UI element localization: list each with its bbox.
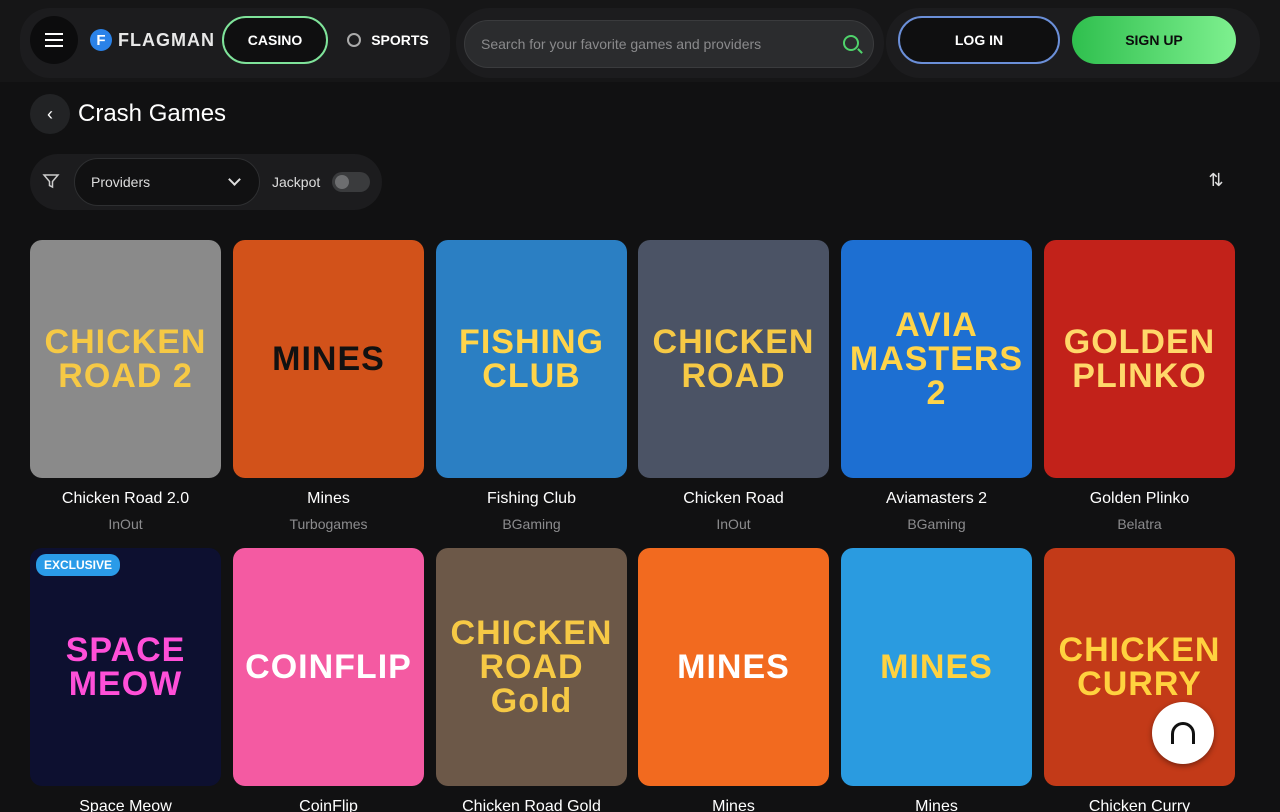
filter-icon[interactable] [42, 172, 60, 190]
providers-dropdown[interactable]: Providers [74, 158, 260, 206]
logo[interactable]: F FLAGMAN [90, 28, 215, 52]
game-name[interactable]: Fishing Club [436, 490, 627, 508]
game-art-title: MINES [880, 648, 993, 686]
back-button[interactable]: ‹ [30, 94, 70, 134]
game-thumbnail[interactable]: CHICKEN ROAD [638, 240, 829, 478]
game-provider: Belatra [1117, 516, 1162, 532]
game-provider: InOut [716, 516, 751, 532]
game-thumbnail[interactable]: MINES [841, 548, 1032, 786]
game-tile[interactable]: FISHING CLUB Fishing Club BGaming [436, 240, 627, 532]
game-thumbnail[interactable]: MINES [638, 548, 829, 786]
game-tile[interactable]: CHICKEN ROAD 2 Chicken Road 2.0 InOut [30, 240, 221, 532]
tab-casino[interactable]: CASINO [222, 16, 328, 64]
search-box [464, 20, 874, 68]
game-art-title: FISHING CLUB [459, 323, 604, 395]
game-name[interactable]: Golden Plinko [1044, 490, 1235, 508]
game-tile[interactable]: SPACE MEOW EXCLUSIVE Space Meow [30, 548, 221, 812]
game-tile[interactable]: MINES Mines [638, 548, 829, 812]
jackpot-toggle[interactable] [332, 172, 370, 192]
menu-button[interactable] [30, 16, 78, 64]
jackpot-label: Jackpot [272, 174, 321, 190]
game-provider: InOut [108, 516, 143, 532]
ball-icon [347, 33, 362, 47]
game-thumbnail[interactable]: CHICKEN ROAD Gold [436, 548, 627, 786]
game-thumbnail[interactable]: MINES [233, 240, 424, 478]
game-name[interactable]: Chicken Road Gold [436, 798, 627, 812]
game-art-title: MINES [677, 648, 790, 686]
game-name[interactable]: Aviamasters 2 [841, 490, 1032, 508]
logo-text: FLAGMAN [118, 29, 215, 50]
game-thumbnail[interactable]: CHICKEN ROAD 2 [30, 240, 221, 478]
game-name[interactable]: CoinFlip [233, 798, 424, 812]
game-art-title: CHICKEN ROAD Gold [450, 614, 613, 720]
support-button[interactable] [1152, 702, 1214, 764]
game-name[interactable]: Chicken Curry [1044, 798, 1235, 812]
page-title: Crash Games [78, 100, 227, 127]
game-art-title: CHICKEN CURRY [1058, 631, 1221, 703]
game-thumbnail[interactable]: SPACE MEOW EXCLUSIVE [30, 548, 221, 786]
game-thumbnail[interactable]: GOLDEN PLINKO [1044, 240, 1235, 478]
game-name[interactable]: Mines [638, 798, 829, 812]
flag-logo-icon: F [90, 29, 112, 51]
game-name[interactable]: Chicken Road [638, 490, 829, 508]
headset-icon [1171, 722, 1195, 744]
game-tile[interactable]: MINES Mines [841, 548, 1032, 812]
tab-sports[interactable]: SPORTS [336, 16, 440, 64]
game-art-title: SPACE MEOW [65, 631, 186, 703]
game-provider: Turbogames [289, 516, 368, 532]
game-tile[interactable]: GOLDEN PLINKO Golden Plinko Belatra [1044, 240, 1235, 532]
exclusive-badge: EXCLUSIVE [36, 554, 121, 576]
chevron-left-icon: ‹ [47, 103, 53, 124]
tab-sports-label: SPORTS [371, 32, 429, 48]
game-provider: BGaming [502, 516, 561, 532]
chevron-down-icon [228, 173, 241, 186]
game-art-title: GOLDEN PLINKO [1063, 323, 1216, 395]
search-input[interactable] [481, 21, 821, 67]
game-tile[interactable]: COINFLIP CoinFlip [233, 548, 424, 812]
game-art-title: COINFLIP [245, 648, 412, 686]
game-provider: BGaming [907, 516, 966, 532]
hamburger-icon [45, 39, 63, 41]
game-art-title: MINES [272, 340, 385, 378]
sort-icon[interactable]: ⇅ [1204, 170, 1228, 192]
game-thumbnail[interactable]: FISHING CLUB [436, 240, 627, 478]
game-tile[interactable]: AVIA MASTERS 2 Aviamasters 2 BGaming [841, 240, 1032, 532]
signup-button[interactable]: SIGN UP [1072, 16, 1236, 64]
game-tile[interactable]: MINES Mines Turbogames [233, 240, 424, 532]
game-tile[interactable]: CHICKEN ROAD Gold Chicken Road Gold [436, 548, 627, 812]
game-art-title: CHICKEN ROAD 2 [44, 323, 207, 395]
game-art-title: AVIA MASTERS 2 [849, 306, 1024, 412]
game-thumbnail[interactable]: COINFLIP [233, 548, 424, 786]
login-button[interactable]: LOG IN [898, 16, 1060, 64]
game-name[interactable]: Mines [233, 490, 424, 508]
game-art-title: CHICKEN ROAD [652, 323, 815, 395]
search-icon[interactable] [843, 35, 859, 51]
providers-label: Providers [91, 174, 151, 190]
game-name[interactable]: Mines [841, 798, 1032, 812]
game-thumbnail[interactable]: AVIA MASTERS 2 [841, 240, 1032, 478]
game-tile[interactable]: CHICKEN CURRY Chicken Curry [1044, 548, 1235, 812]
game-name[interactable]: Space Meow [30, 798, 221, 812]
game-name[interactable]: Chicken Road 2.0 [30, 490, 221, 508]
game-tile[interactable]: CHICKEN ROAD Chicken Road InOut [638, 240, 829, 532]
